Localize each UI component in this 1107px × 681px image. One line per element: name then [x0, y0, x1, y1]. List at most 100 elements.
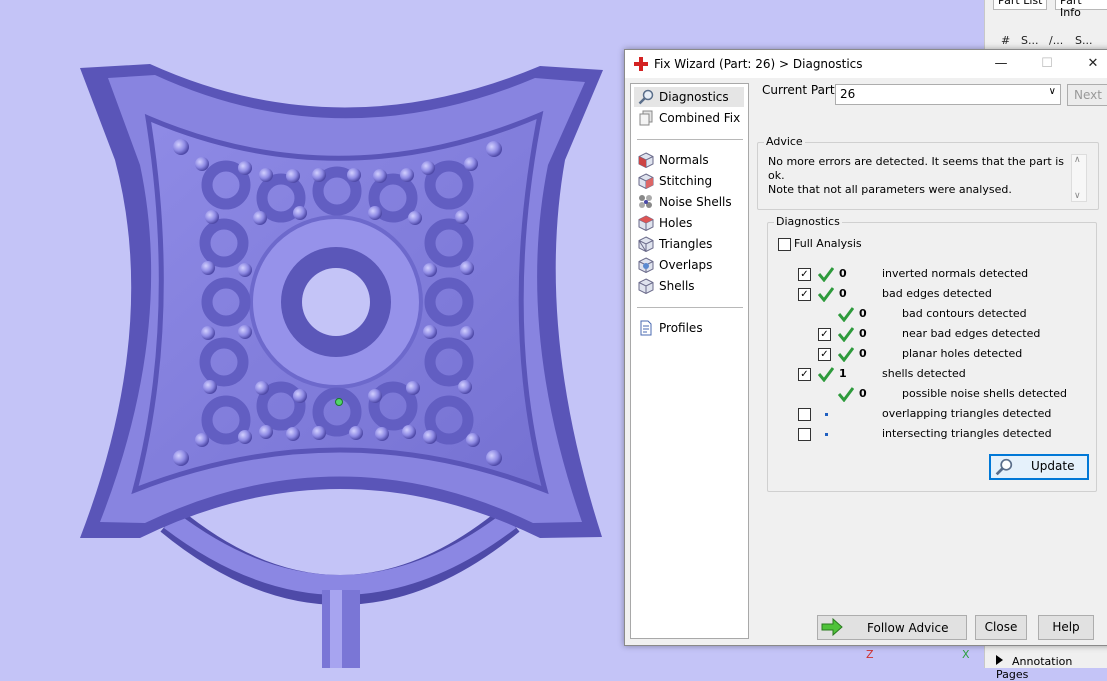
red-cross-icon [634, 57, 648, 71]
chevron-up-icon: ∧ [1074, 155, 1081, 165]
planar-holes-label: planar holes detected [902, 347, 1023, 360]
maximize-icon[interactable]: ☐ [1037, 54, 1057, 74]
advice-line-1: No more errors are detected. It seems th… [768, 155, 1065, 182]
cube-icon [638, 257, 654, 273]
help-button[interactable]: Help [1038, 615, 1094, 640]
column-s2[interactable]: S... [1075, 34, 1092, 47]
inverted-normals-label: inverted normals detected [882, 267, 1029, 280]
jewelry-model[interactable] [80, 64, 603, 668]
triangle-right-icon [996, 655, 1003, 665]
column-s[interactable]: S... [1021, 34, 1038, 47]
check-icon [838, 387, 854, 402]
dots-icon [639, 195, 652, 208]
nav-label: Normals [659, 153, 709, 167]
column-hash[interactable]: # [1001, 34, 1010, 47]
current-part-select[interactable]: 26 ∨ [835, 84, 1061, 105]
full-analysis-checkbox[interactable] [778, 238, 791, 251]
update-button[interactable]: Update [989, 454, 1089, 480]
intersecting-triangles-checkbox[interactable] [798, 428, 811, 441]
column-slash[interactable]: /... [1049, 34, 1063, 47]
shells-label: shells detected [882, 367, 966, 380]
cube-icon [638, 173, 654, 189]
close-icon[interactable]: ✕ [1083, 54, 1103, 74]
annotation-pages-label: Annotation Pages [996, 655, 1073, 681]
shells-count: 1 [839, 367, 847, 380]
close-button[interactable]: Close [975, 615, 1027, 640]
nav-label: Combined Fix [659, 111, 741, 125]
nav-item-normals[interactable]: Normals [634, 150, 744, 170]
bad-edges-label: bad edges detected [882, 287, 992, 300]
nav-item-stitching[interactable]: Stitching [634, 171, 744, 191]
diagnostics-group: Diagnostics Full Analysis ✓ 0 inverted n… [767, 215, 1097, 492]
dialog-title: Fix Wizard (Part: 26) > Diagnostics [654, 57, 863, 71]
bad-edges-count: 0 [839, 287, 847, 300]
green-arrow-icon [821, 618, 843, 636]
diagnostics-title: Diagnostics [774, 215, 842, 228]
nav-label: Profiles [659, 321, 703, 335]
nav-item-overlaps[interactable]: Overlaps [634, 255, 744, 275]
nav-item-diagnostics[interactable]: Diagnostics [634, 87, 744, 107]
nav-label: Overlaps [659, 258, 713, 272]
full-analysis-label: Full Analysis [794, 237, 862, 250]
nav-label: Diagnostics [659, 90, 729, 104]
overlapping-triangles-checkbox[interactable] [798, 408, 811, 421]
check-icon [818, 367, 834, 382]
tab-part-list[interactable]: Part List [993, 0, 1048, 10]
cube-icon [638, 278, 654, 294]
overlapping-triangles-label: overlapping triangles detected [882, 407, 1052, 420]
near-bad-edges-count: 0 [859, 327, 867, 340]
tab-part-info[interactable]: Part Info [1055, 0, 1107, 19]
advice-group: Advice No more errors are detected. It s… [757, 135, 1099, 210]
bad-contours-count: 0 [859, 307, 867, 320]
cube-icon [638, 215, 654, 231]
planar-holes-checkbox[interactable]: ✓ [818, 348, 831, 361]
noise-shells-label: possible noise shells detected [902, 387, 1068, 400]
nav-item-holes[interactable]: Holes [634, 213, 744, 233]
inverted-normals-count: 0 [839, 267, 847, 280]
annotation-pages[interactable]: Annotation Pages [996, 655, 1107, 681]
inverted-normals-checkbox[interactable]: ✓ [798, 268, 811, 281]
axis-z-label: Z [866, 648, 874, 661]
near-bad-edges-label: near bad edges detected [902, 327, 1041, 340]
check-icon [838, 327, 854, 342]
advice-scrollbar[interactable]: ∧ ∨ [1071, 154, 1087, 202]
nav-item-noise-shells[interactable]: Noise Shells [634, 192, 744, 212]
check-icon [818, 287, 834, 302]
magnifier-icon [638, 89, 654, 105]
nav-item-combined-fix[interactable]: Combined Fix [634, 108, 744, 128]
check-icon [818, 267, 834, 282]
bad-edges-checkbox[interactable]: ✓ [798, 288, 811, 301]
pending-dot-icon [825, 433, 828, 436]
nav-item-profiles[interactable]: Profiles [634, 318, 744, 338]
pages-icon [639, 110, 653, 126]
nav-label: Noise Shells [659, 195, 732, 209]
intersecting-triangles-label: intersecting triangles detected [882, 427, 1052, 440]
check-icon [838, 347, 854, 362]
update-label: Update [1031, 459, 1075, 473]
nav-divider [637, 307, 743, 308]
shells-checkbox[interactable]: ✓ [798, 368, 811, 381]
minimize-icon[interactable]: — [991, 54, 1011, 74]
document-icon [640, 320, 652, 336]
nav-label: Shells [659, 279, 695, 293]
fix-wizard-nav: Diagnostics Combined Fix Normals Stitchi… [630, 83, 749, 639]
fix-wizard-dialog: Fix Wizard (Part: 26) > Diagnostics — ☐ … [624, 49, 1107, 646]
nav-item-shells[interactable]: Shells [634, 276, 744, 296]
nav-divider [637, 139, 743, 140]
chevron-down-icon: ∨ [1074, 191, 1081, 201]
magnifier-icon [995, 458, 1013, 476]
current-part-value: 26 [840, 87, 856, 101]
nav-label: Triangles [659, 237, 713, 251]
nav-label: Holes [659, 216, 693, 230]
pending-dot-icon [825, 413, 828, 416]
check-icon [838, 307, 854, 322]
dialog-titlebar[interactable]: Fix Wizard (Part: 26) > Diagnostics — ☐ … [625, 50, 1107, 78]
axis-x-label: X [962, 648, 970, 661]
follow-advice-button[interactable]: Follow Advice [817, 615, 967, 640]
planar-holes-count: 0 [859, 347, 867, 360]
near-bad-edges-checkbox[interactable]: ✓ [818, 328, 831, 341]
nav-item-triangles[interactable]: Triangles [634, 234, 744, 254]
next-button[interactable]: Next [1067, 84, 1107, 106]
current-part-label: Current Part: [762, 83, 839, 97]
noise-shells-count: 0 [859, 387, 867, 400]
